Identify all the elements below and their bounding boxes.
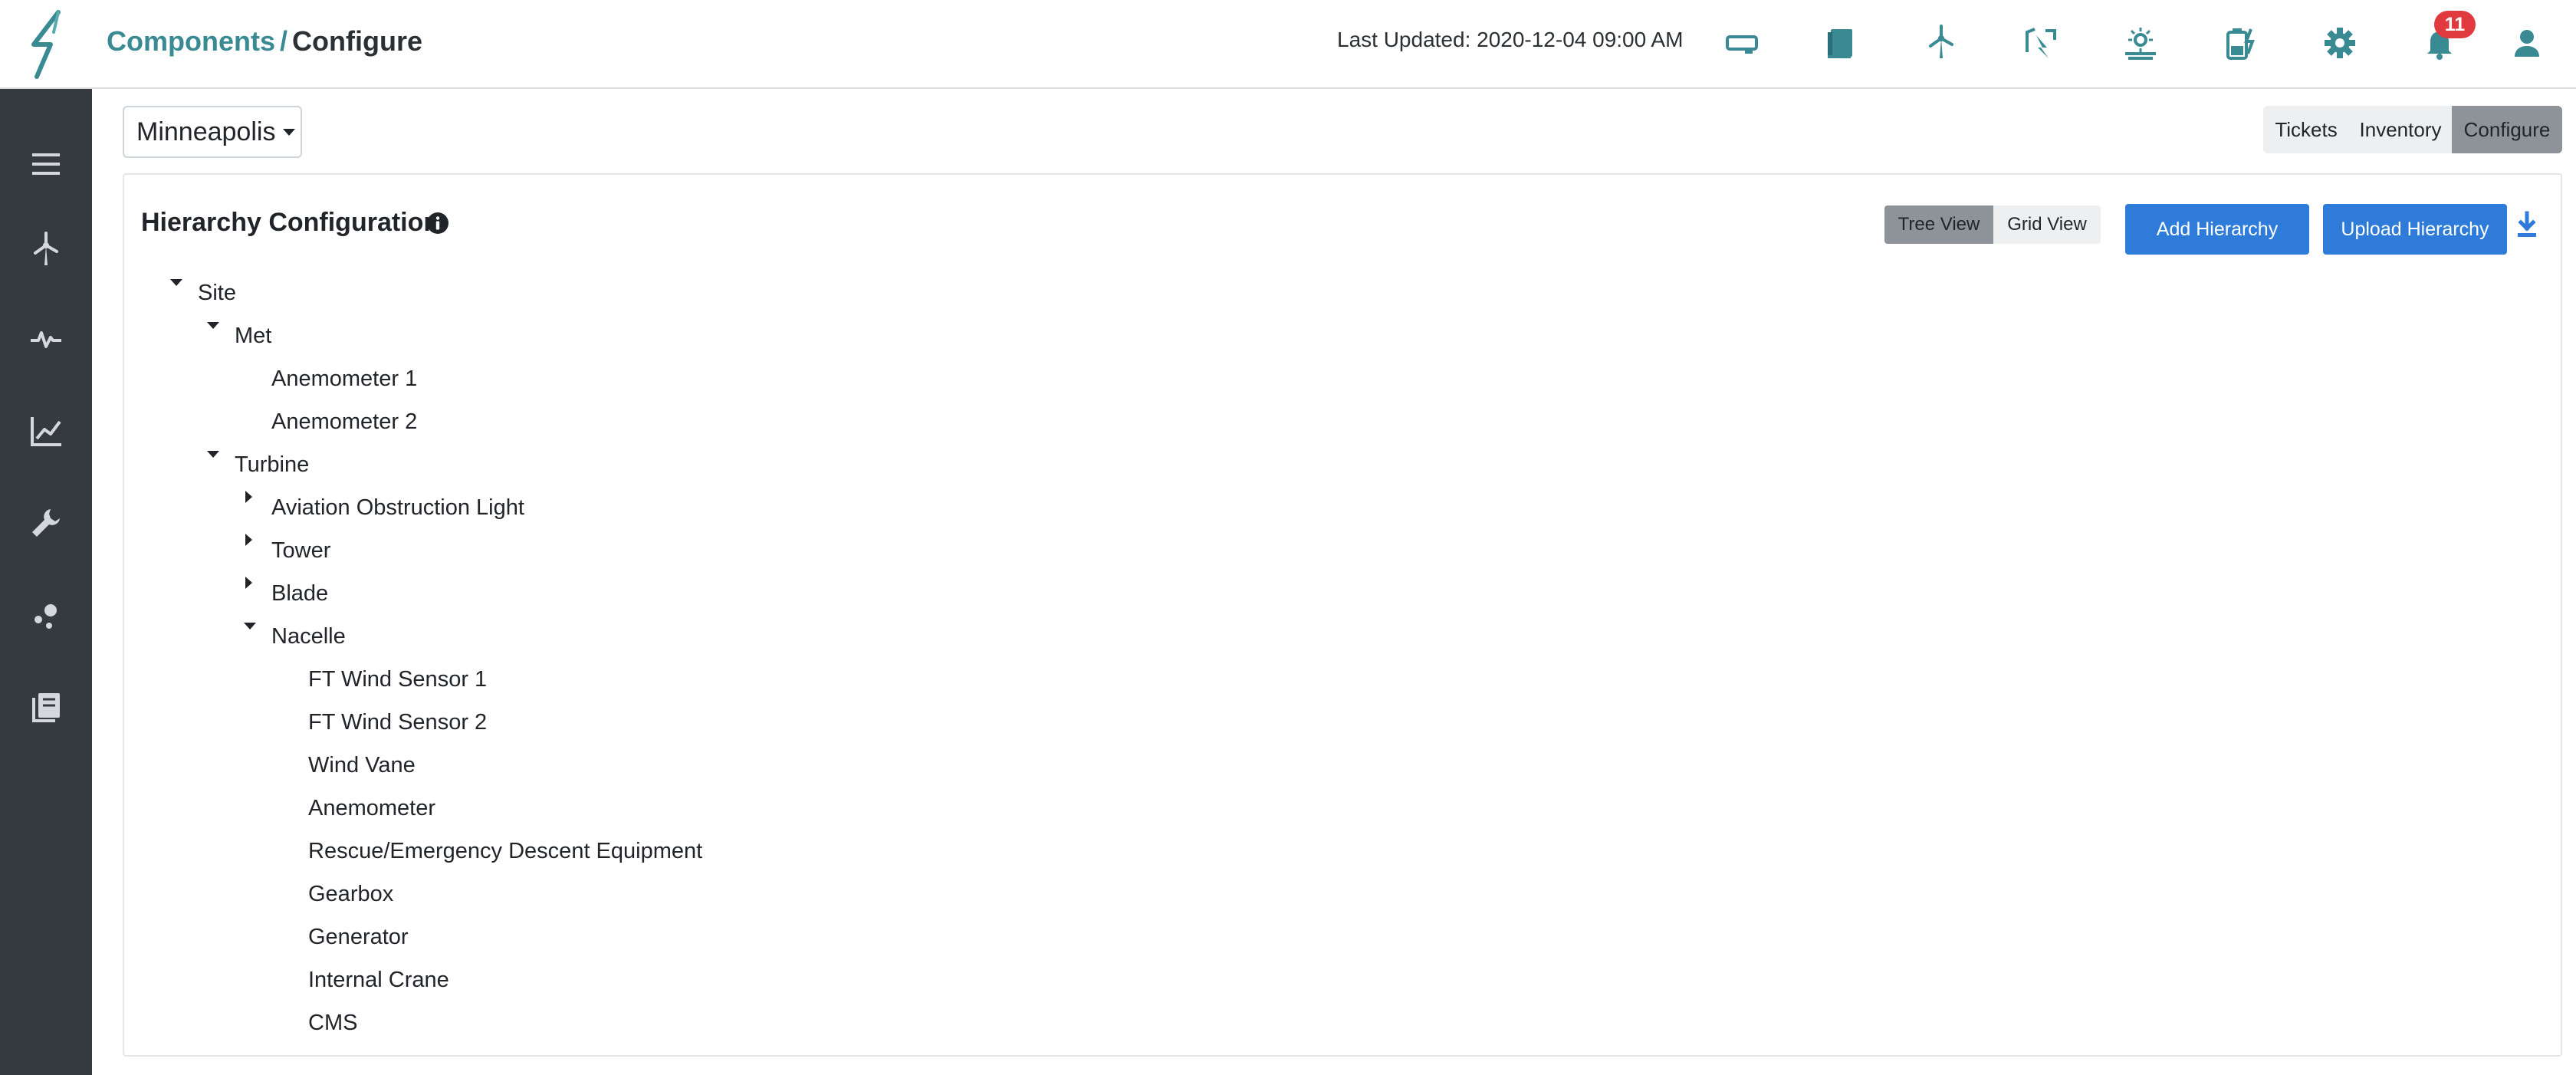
tree-node[interactable]: Wind Vane <box>308 744 416 787</box>
section-tabs: Tickets Inventory Configure <box>2263 106 2562 153</box>
notification-count-badge: 11 <box>2434 11 2476 38</box>
tree-node[interactable]: FT Wind Sensor 1 <box>308 658 487 701</box>
app-root: Components / Configure Last Updated: 2020-… <box>0 0 2576 1075</box>
caret-down-icon[interactable] <box>207 451 219 458</box>
tree-node[interactable]: Blade <box>271 572 328 615</box>
tree-node[interactable]: Aviation Obstruction Light <box>271 486 524 529</box>
upload-hierarchy-button[interactable]: Upload Hierarchy <box>2323 204 2507 255</box>
hierarchy-card: Hierarchy Configuration Tree View Grid V… <box>123 173 2562 1057</box>
tree-node[interactable]: CMS <box>308 1001 357 1044</box>
app-logo-icon[interactable] <box>14 9 78 80</box>
tree-node[interactable]: Nacelle <box>271 615 346 658</box>
drive-icon[interactable] <box>1719 20 1765 66</box>
user-icon[interactable] <box>2504 20 2550 66</box>
copy-icon[interactable] <box>18 679 74 735</box>
info-icon[interactable] <box>426 212 449 235</box>
site-select[interactable]: Minneapolis <box>123 106 302 158</box>
wind-turbine-icon[interactable] <box>1918 20 1964 66</box>
breadcrumb-separator: / <box>280 25 288 57</box>
tree-node[interactable]: Anemometer 1 <box>271 357 417 400</box>
download-icon[interactable] <box>2512 210 2542 241</box>
pulse-icon[interactable] <box>18 311 74 367</box>
caret-down-icon[interactable] <box>207 322 219 329</box>
caret-right-icon[interactable] <box>245 577 252 589</box>
grid-view-button[interactable]: Grid View <box>1993 205 2101 244</box>
caret-down-icon[interactable] <box>170 279 182 286</box>
scatter-icon[interactable] <box>18 587 74 643</box>
battery-charge-icon[interactable] <box>2217 20 2263 66</box>
tree-node[interactable]: Rescue/Emergency Descent Equipment <box>308 830 702 873</box>
breadcrumb: Components / Configure <box>107 23 422 60</box>
tree-node[interactable]: Met <box>235 314 271 357</box>
caret-right-icon[interactable] <box>245 491 252 503</box>
last-updated-text: Last Updated: 2020-12-04 09:00 AM <box>1337 28 1684 51</box>
tree-node[interactable]: Anemometer <box>308 787 435 830</box>
add-hierarchy-button[interactable]: Add Hierarchy <box>2125 204 2309 255</box>
line-chart-icon[interactable] <box>18 403 74 459</box>
tree-node[interactable]: FT Wind Sensor 2 <box>308 701 487 744</box>
tree-node[interactable]: Internal Crane <box>308 958 449 1001</box>
solar-icon[interactable] <box>2118 20 2164 66</box>
view-toggle: Tree View Grid View <box>1884 205 2101 244</box>
tab-tickets[interactable]: Tickets <box>2263 106 2349 153</box>
book-icon[interactable] <box>1819 20 1865 66</box>
caret-right-icon[interactable] <box>245 534 252 546</box>
lightning-map-icon[interactable] <box>2018 20 2064 66</box>
tree-node[interactable]: Turbine <box>235 443 309 486</box>
site-select-value: Minneapolis <box>136 117 276 146</box>
caret-down-icon[interactable] <box>244 623 256 630</box>
card-title: Hierarchy Configuration <box>141 208 440 237</box>
tab-inventory[interactable]: Inventory <box>2349 106 2452 153</box>
breadcrumb-link-components[interactable]: Components <box>107 25 275 57</box>
menu-icon[interactable] <box>18 136 74 192</box>
breadcrumb-current: Configure <box>292 25 422 57</box>
gear-icon[interactable] <box>2317 20 2363 66</box>
tree-node[interactable]: Tower <box>271 529 330 572</box>
wrench-icon[interactable] <box>18 495 74 551</box>
wind-turbine-icon[interactable] <box>18 222 74 278</box>
tab-configure[interactable]: Configure <box>2452 106 2562 153</box>
tree-node[interactable]: Generator <box>308 916 409 958</box>
chevron-down-icon <box>283 128 296 136</box>
tree-node[interactable]: Site <box>198 271 236 314</box>
left-sidebar <box>0 89 92 1075</box>
tree-view-button[interactable]: Tree View <box>1884 205 1993 244</box>
top-header: Components / Configure Last Updated: 2020-… <box>0 0 2576 89</box>
tree-node[interactable]: Anemometer 2 <box>271 400 417 443</box>
tree-node[interactable]: Gearbox <box>308 873 393 916</box>
